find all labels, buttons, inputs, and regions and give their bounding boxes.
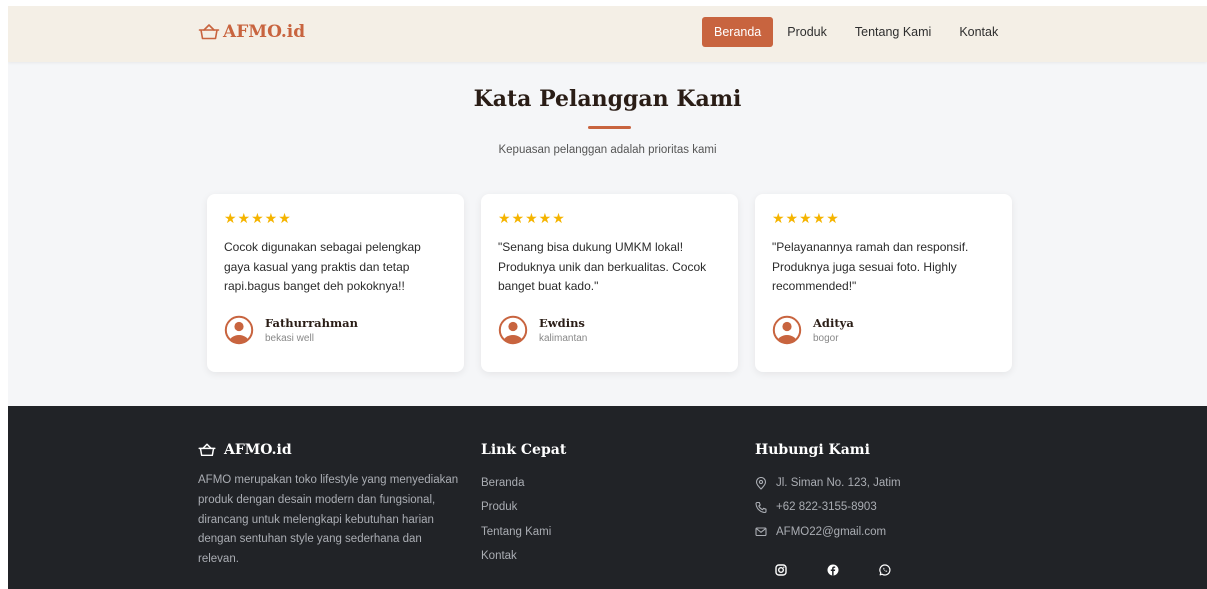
- star-rating: ★★★★★: [772, 210, 840, 226]
- navbar: AFMO.id Beranda Produk Tentang Kami Kont…: [8, 6, 1207, 62]
- reviewer-location: bekasi well: [265, 333, 314, 344]
- basket-icon: [198, 443, 216, 457]
- page: AFMO.id Beranda Produk Tentang Kami Kont…: [8, 6, 1207, 589]
- footer-quick-links: Link Cepat Beranda Produk Tentang Kami K…: [481, 442, 566, 568]
- reviewer-name: Aditya: [813, 316, 854, 330]
- footer-contact: Hubungi Kami Jl. Siman No. 123, Jatim +6…: [755, 442, 901, 583]
- reviewer: Ewdins kalimantan: [498, 315, 587, 345]
- nav-item-kontak[interactable]: Kontak: [945, 17, 1012, 47]
- testimonial-card: ★★★★★ "Senang bisa dukung UMKM lokal! Pr…: [481, 194, 738, 372]
- footer-brand: AFMO.id: [198, 442, 460, 458]
- brand-name: AFMO.id: [223, 22, 306, 42]
- footer-about: AFMO.id AFMO merupakan toko lifestyle ya…: [198, 442, 460, 570]
- phone-text: +62 822-3155-8903: [776, 501, 877, 514]
- reviewer: Fathurrahman bekasi well: [224, 315, 358, 345]
- footer-link-beranda[interactable]: Beranda: [481, 471, 566, 495]
- location-pin-icon: [755, 476, 767, 490]
- contact-list: Jl. Siman No. 123, Jatim +62 822-3155-89…: [755, 471, 901, 544]
- facebook-icon[interactable]: [820, 557, 846, 583]
- contact-title: Hubungi Kami: [755, 442, 870, 458]
- testimonial-list: ★★★★★ Cocok digunakan sebagai pelengkap …: [207, 194, 1012, 372]
- footer-link-produk[interactable]: Produk: [481, 495, 566, 519]
- brand-logo[interactable]: AFMO.id: [198, 22, 305, 42]
- mail-icon: [755, 527, 767, 537]
- quick-links-list: Beranda Produk Tentang Kami Kontak: [481, 471, 566, 568]
- footer-description: AFMO merupakan toko lifestyle yang menye…: [198, 474, 459, 566]
- testimonial-quote: "Senang bisa dukung UMKM lokal! Produkny…: [498, 240, 707, 293]
- footer-link-kontak[interactable]: Kontak: [481, 544, 566, 568]
- address-text: Jl. Siman No. 123, Jatim: [776, 477, 901, 489]
- contact-address: Jl. Siman No. 123, Jatim: [755, 471, 901, 495]
- reviewer-name: Fathurrahman: [265, 316, 358, 330]
- quick-links-title: Link Cepat: [481, 442, 567, 458]
- contact-phone: +62 822-3155-8903: [755, 495, 901, 519]
- reviewer-name: Ewdins: [539, 316, 585, 330]
- user-avatar-icon: [772, 315, 802, 345]
- footer-brand-name: AFMO.id: [224, 442, 292, 458]
- testimonial-card: ★★★★★ "Pelayanannya ramah dan responsif.…: [755, 194, 1012, 372]
- reviewer: Aditya bogor: [772, 315, 854, 345]
- instagram-icon[interactable]: [768, 557, 794, 583]
- basket-icon: [198, 24, 220, 40]
- testimonial-quote: Cocok digunakan sebagai pelengkap gaya k…: [224, 240, 421, 293]
- nav-menu: Beranda Produk Tentang Kami Kontak: [702, 17, 1012, 47]
- reviewer-location: bogor: [813, 333, 839, 344]
- contact-email: AFMO22@gmail.com: [755, 520, 901, 544]
- user-avatar-icon: [224, 315, 254, 345]
- footer-link-tentang-kami[interactable]: Tentang Kami: [481, 520, 566, 544]
- star-rating: ★★★★★: [224, 210, 292, 226]
- nav-item-tentang-kami[interactable]: Tentang Kami: [841, 17, 945, 47]
- testimonial-card: ★★★★★ Cocok digunakan sebagai pelengkap …: [207, 194, 464, 372]
- whatsapp-icon[interactable]: [872, 557, 898, 583]
- reviewer-location: kalimantan: [539, 333, 588, 344]
- nav-item-beranda[interactable]: Beranda: [702, 17, 774, 47]
- phone-icon: [755, 501, 767, 513]
- footer: AFMO.id AFMO merupakan toko lifestyle ya…: [8, 406, 1207, 589]
- user-avatar-icon: [498, 315, 528, 345]
- title-underline: [588, 126, 631, 129]
- email-text: AFMO22@gmail.com: [776, 525, 887, 538]
- star-rating: ★★★★★: [498, 210, 566, 226]
- section-subtitle: Kepuasan pelanggan adalah prioritas kami: [498, 144, 717, 156]
- nav-item-produk[interactable]: Produk: [773, 17, 841, 47]
- social-links: [768, 557, 901, 583]
- testimonial-quote: "Pelayanannya ramah dan responsif. Produ…: [772, 240, 969, 293]
- section-title: Kata Pelanggan Kami: [473, 86, 742, 112]
